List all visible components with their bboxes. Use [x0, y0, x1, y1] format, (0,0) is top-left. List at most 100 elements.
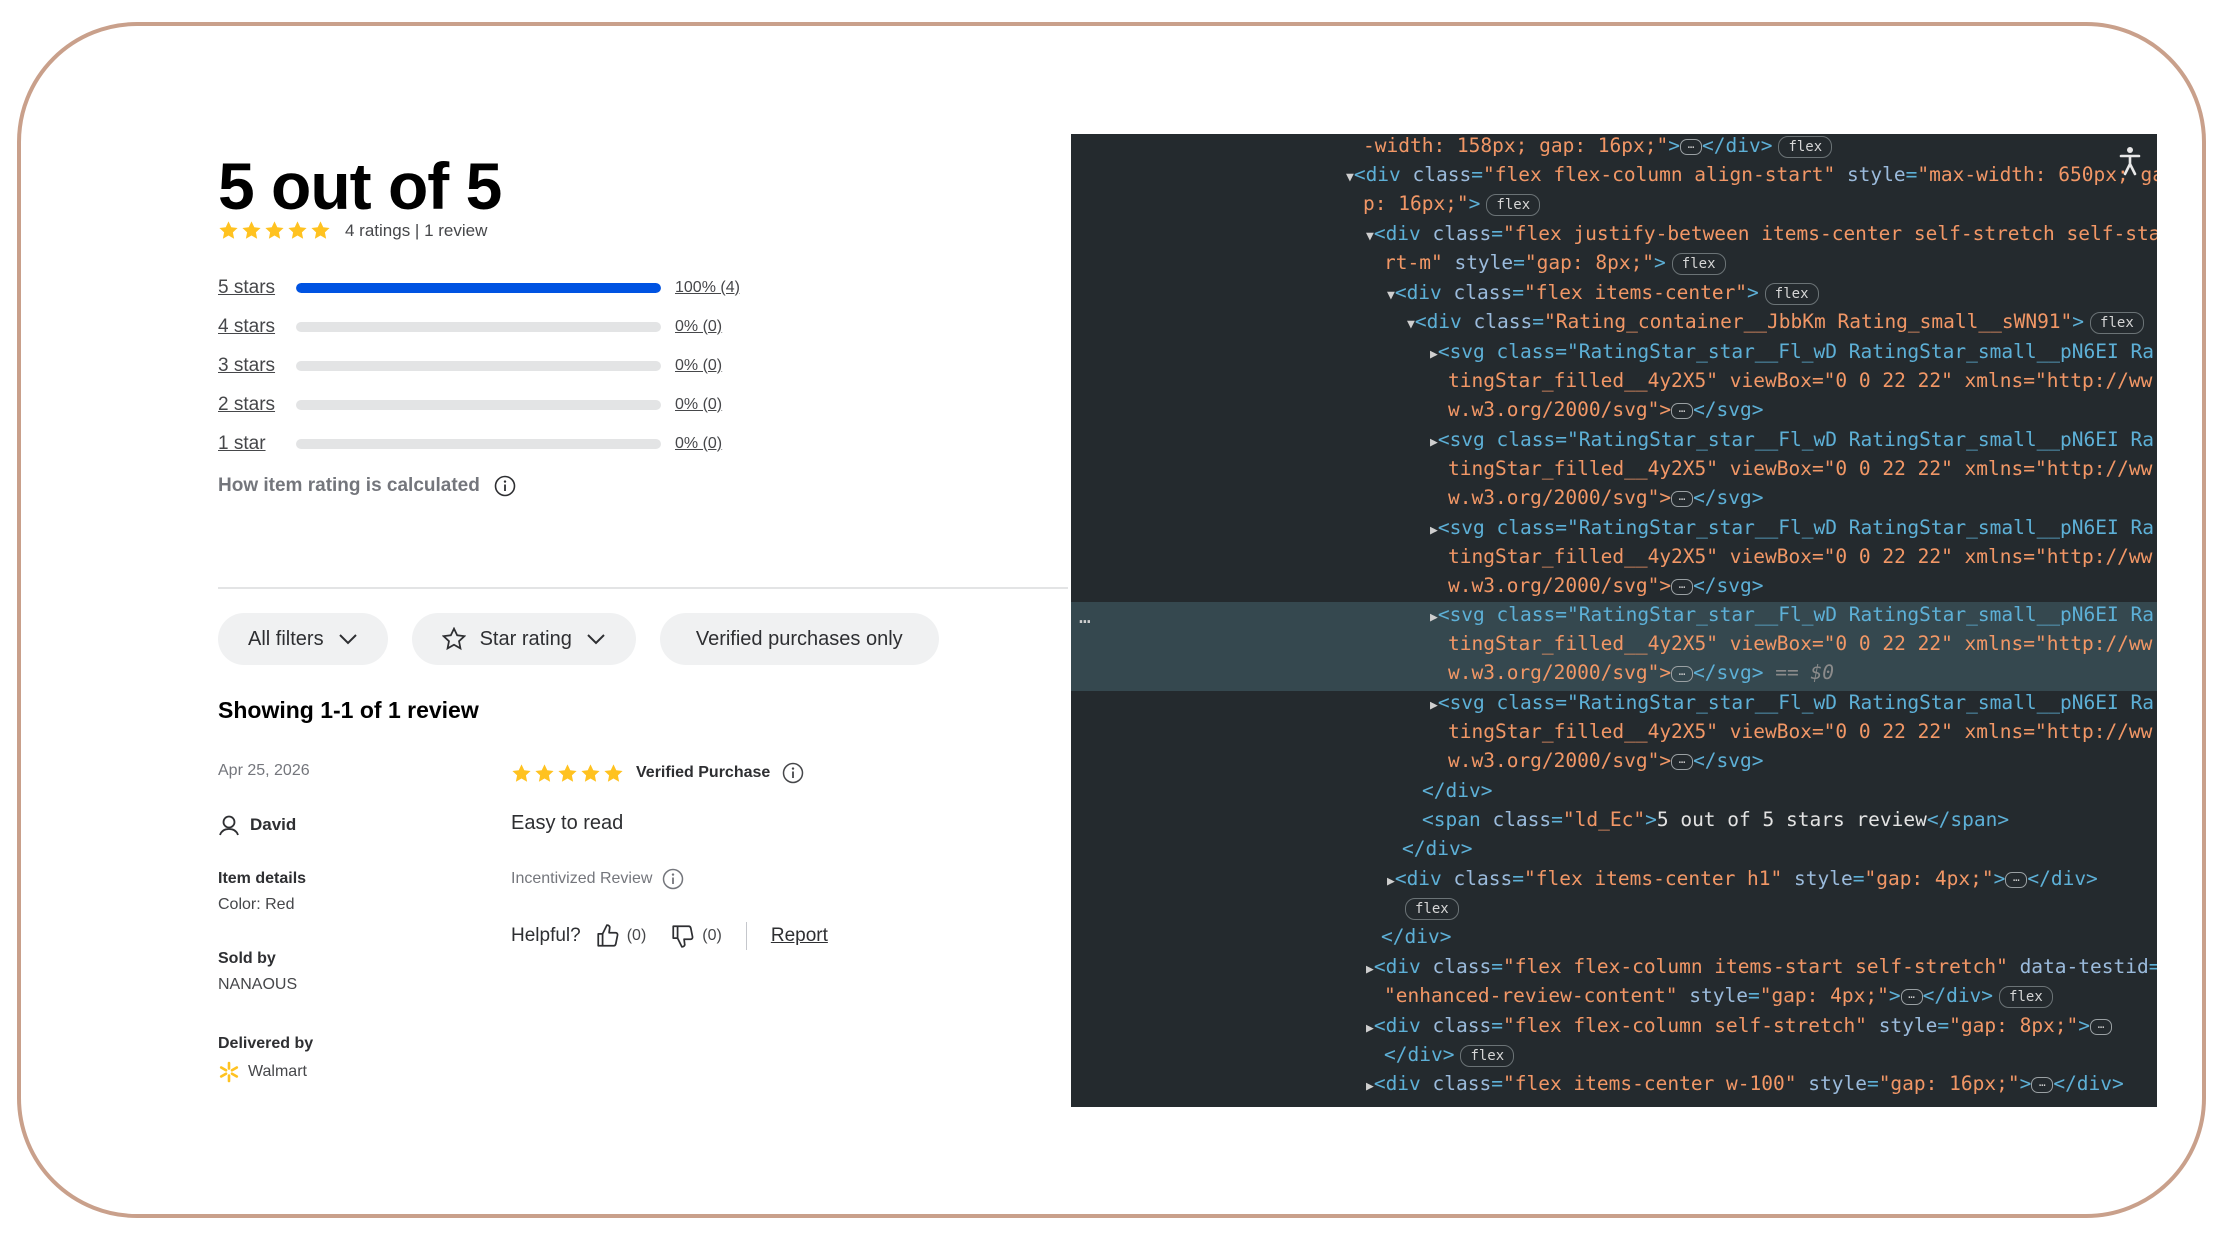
- breakdown-row-1[interactable]: 1 star 0% (0): [218, 424, 778, 463]
- sold-by-value: NANAOUS: [218, 976, 298, 993]
- user-icon: [219, 815, 239, 836]
- star-icon: [219, 221, 238, 239]
- dom-line[interactable]: w.w3.org/2000/svg">… </svg>: [1448, 483, 1764, 512]
- delivered-by: Delivered by Walmart: [218, 1035, 313, 1083]
- breakdown-bar: [296, 360, 661, 371]
- dom-line[interactable]: tingStar_filled__4y2X5" viewBox="0 0 22 …: [1448, 454, 2152, 483]
- filter-bar: All filters Star rating Verified purchas…: [218, 613, 939, 665]
- rating-title: 5 out of 5: [218, 149, 502, 223]
- dom-line[interactable]: tingStar_filled__4y2X5" viewBox="0 0 22 …: [1448, 542, 2152, 571]
- info-icon[interactable]: [662, 868, 684, 890]
- dom-svg-line-selected[interactable]: ▶<svg class="RatingStar_star__Fl_wD Rati…: [1430, 600, 2154, 632]
- breakdown-label[interactable]: 5 stars: [218, 277, 296, 299]
- chevron-down-icon: [587, 634, 605, 645]
- dom-line[interactable]: <span class="ld_Ec">5 out of 5 stars rev…: [1422, 805, 2009, 834]
- dom-line[interactable]: w.w3.org/2000/svg">… </svg>: [1448, 571, 1764, 600]
- breakdown-label[interactable]: 4 stars: [218, 316, 296, 338]
- dom-line[interactable]: w.w3.org/2000/svg">… </svg>: [1448, 395, 1764, 424]
- dom-line[interactable]: </div>: [1422, 776, 1492, 805]
- selected-node-ellipsis[interactable]: …: [1079, 602, 1091, 631]
- breakdown-row-4[interactable]: 4 stars 0% (0): [218, 307, 778, 346]
- thumbs-down-count: (0): [702, 927, 722, 944]
- dom-line[interactable]: tingStar_filled__4y2X5" viewBox="0 0 22 …: [1448, 717, 2152, 746]
- breakdown-percent[interactable]: 0% (0): [675, 318, 722, 336]
- all-filters-button[interactable]: All filters: [218, 613, 388, 665]
- dom-line[interactable]: ▶<div class="flex flex-column self-stret…: [1366, 1011, 2113, 1043]
- star-icon: [512, 763, 531, 782]
- breakdown-bar: [296, 438, 661, 449]
- dom-line[interactable]: ▶<div class="flex items-center w-100" st…: [1366, 1069, 2124, 1101]
- breakdown-label[interactable]: 2 stars: [218, 394, 296, 416]
- breakdown-bar: [296, 399, 661, 410]
- dom-line[interactable]: ▼<div class="flex flex-column align-star…: [1346, 160, 2157, 192]
- dom-line[interactable]: rt-m" style="gap: 8px;"> flex: [1384, 248, 1726, 277]
- verified-purchases-label: Verified purchases only: [695, 627, 903, 650]
- item-details-value: Color: Red: [218, 896, 295, 913]
- dom-svg-line[interactable]: ▶<svg class="RatingStar_star__Fl_wD Rati…: [1430, 425, 2154, 457]
- info-icon[interactable]: [782, 762, 804, 784]
- breakdown-row-3[interactable]: 3 stars 0% (0): [218, 346, 778, 385]
- reviewer: David: [218, 814, 296, 836]
- thumbs-down-button[interactable]: (0): [670, 923, 722, 949]
- info-icon[interactable]: [494, 475, 516, 497]
- review-stars: [511, 763, 624, 784]
- thumbs-up-icon: [597, 924, 619, 947]
- delivered-by-label: Delivered by: [218, 1035, 314, 1052]
- dom-svg-line[interactable]: ▶<svg class="RatingStar_star__Fl_wD Rati…: [1430, 688, 2154, 720]
- breakdown-percent[interactable]: 100% (4): [675, 279, 740, 297]
- accessibility-icon[interactable]: [2119, 146, 2141, 176]
- dom-line[interactable]: </div>: [1402, 834, 1472, 863]
- breakdown-label[interactable]: 1 star: [218, 433, 296, 455]
- dom-line[interactable]: flex: [1405, 893, 1459, 922]
- helpful-label: Helpful?: [511, 925, 581, 946]
- dom-line[interactable]: tingStar_filled__4y2X5" viewBox="0 0 22 …: [1448, 366, 2152, 395]
- star-icon: [604, 763, 623, 782]
- review-text: Easy to read: [511, 812, 624, 834]
- breakdown-row-2[interactable]: 2 stars 0% (0): [218, 385, 778, 424]
- chevron-down-icon: [338, 634, 357, 645]
- review-meta: Apr 25, 2026 David Item details Color: R…: [218, 762, 468, 1083]
- dom-line[interactable]: w.w3.org/2000/svg">… </svg> == $0: [1448, 658, 1834, 687]
- sold-by: Sold by NANAOUS: [218, 950, 297, 994]
- dom-line[interactable]: ▼<div class="flex justify-between items-…: [1366, 219, 2157, 251]
- incentivized-review: Incentivized Review: [511, 868, 684, 890]
- star-rating-button[interactable]: Star rating: [411, 613, 636, 665]
- report-link[interactable]: Report: [771, 925, 828, 947]
- dom-line[interactable]: </div>: [1381, 922, 1451, 951]
- dom-line[interactable]: "enhanced-review-content" style="gap: 4p…: [1384, 981, 2053, 1010]
- dom-line[interactable]: ▶<div class="flex items-center h1" style…: [1387, 864, 2098, 896]
- star-icon: [581, 763, 600, 782]
- section-divider: [218, 587, 1068, 589]
- dom-svg-line[interactable]: ▶<svg class="RatingStar_star__Fl_wD Rati…: [1430, 513, 2154, 545]
- dom-line[interactable]: ▶<div class="flex flex-column items-star…: [1366, 952, 2157, 984]
- star-icon: [265, 221, 284, 239]
- delivered-by-value: Walmart: [248, 1063, 307, 1080]
- helpful-separator: [745, 922, 747, 950]
- dom-line[interactable]: ▼<div class="Rating_container__JbbKm Rat…: [1407, 307, 2144, 339]
- dom-line[interactable]: w.w3.org/2000/svg">… </svg>: [1448, 746, 1764, 775]
- breakdown-percent[interactable]: 0% (0): [675, 357, 722, 375]
- ratings-panel: 5 out of 5 4 ratings | 1 review 5 stars …: [218, 140, 1068, 1120]
- dom-svg-line[interactable]: ▶<svg class="RatingStar_star__Fl_wD Rati…: [1430, 337, 2154, 369]
- dom-line[interactable]: p: 16px;"> flex: [1363, 189, 1541, 218]
- breakdown-row-5[interactable]: 5 stars 100% (4): [218, 268, 778, 307]
- thumbs-up-button[interactable]: (0): [595, 923, 646, 949]
- verified-purchases-button[interactable]: Verified purchases only: [659, 613, 939, 665]
- star-icon: [558, 763, 577, 782]
- star-icon: [535, 763, 554, 782]
- dom-line[interactable]: </div> flex: [1384, 1040, 1515, 1069]
- dom-line[interactable]: -width: 158px; gap: 16px;">… </div> flex: [1363, 134, 1833, 160]
- breakdown-label[interactable]: 3 stars: [218, 355, 296, 377]
- how-rating-calculated[interactable]: How item rating is calculated: [218, 475, 516, 497]
- devtools-elements-panel: … -width: 158px; gap: 16px;">… </div> flex…: [1071, 134, 2157, 1107]
- review-header: Verified Purchase: [511, 762, 1011, 784]
- dom-line[interactable]: ▼<div class="flex items-center"> flex: [1387, 278, 1819, 310]
- delivered-by-row: Walmart: [218, 1061, 313, 1083]
- breakdown-percent[interactable]: 0% (0): [675, 396, 722, 414]
- breakdown-percent[interactable]: 0% (0): [675, 435, 722, 453]
- showing-count: Showing 1-1 of 1 review: [218, 697, 479, 723]
- item-details-label: Item details: [218, 870, 307, 887]
- dom-line[interactable]: tingStar_filled__4y2X5" viewBox="0 0 22 …: [1448, 629, 2152, 658]
- incentivized-label: Incentivized Review: [511, 870, 653, 887]
- ratings-count: 4 ratings | 1 review: [345, 220, 488, 240]
